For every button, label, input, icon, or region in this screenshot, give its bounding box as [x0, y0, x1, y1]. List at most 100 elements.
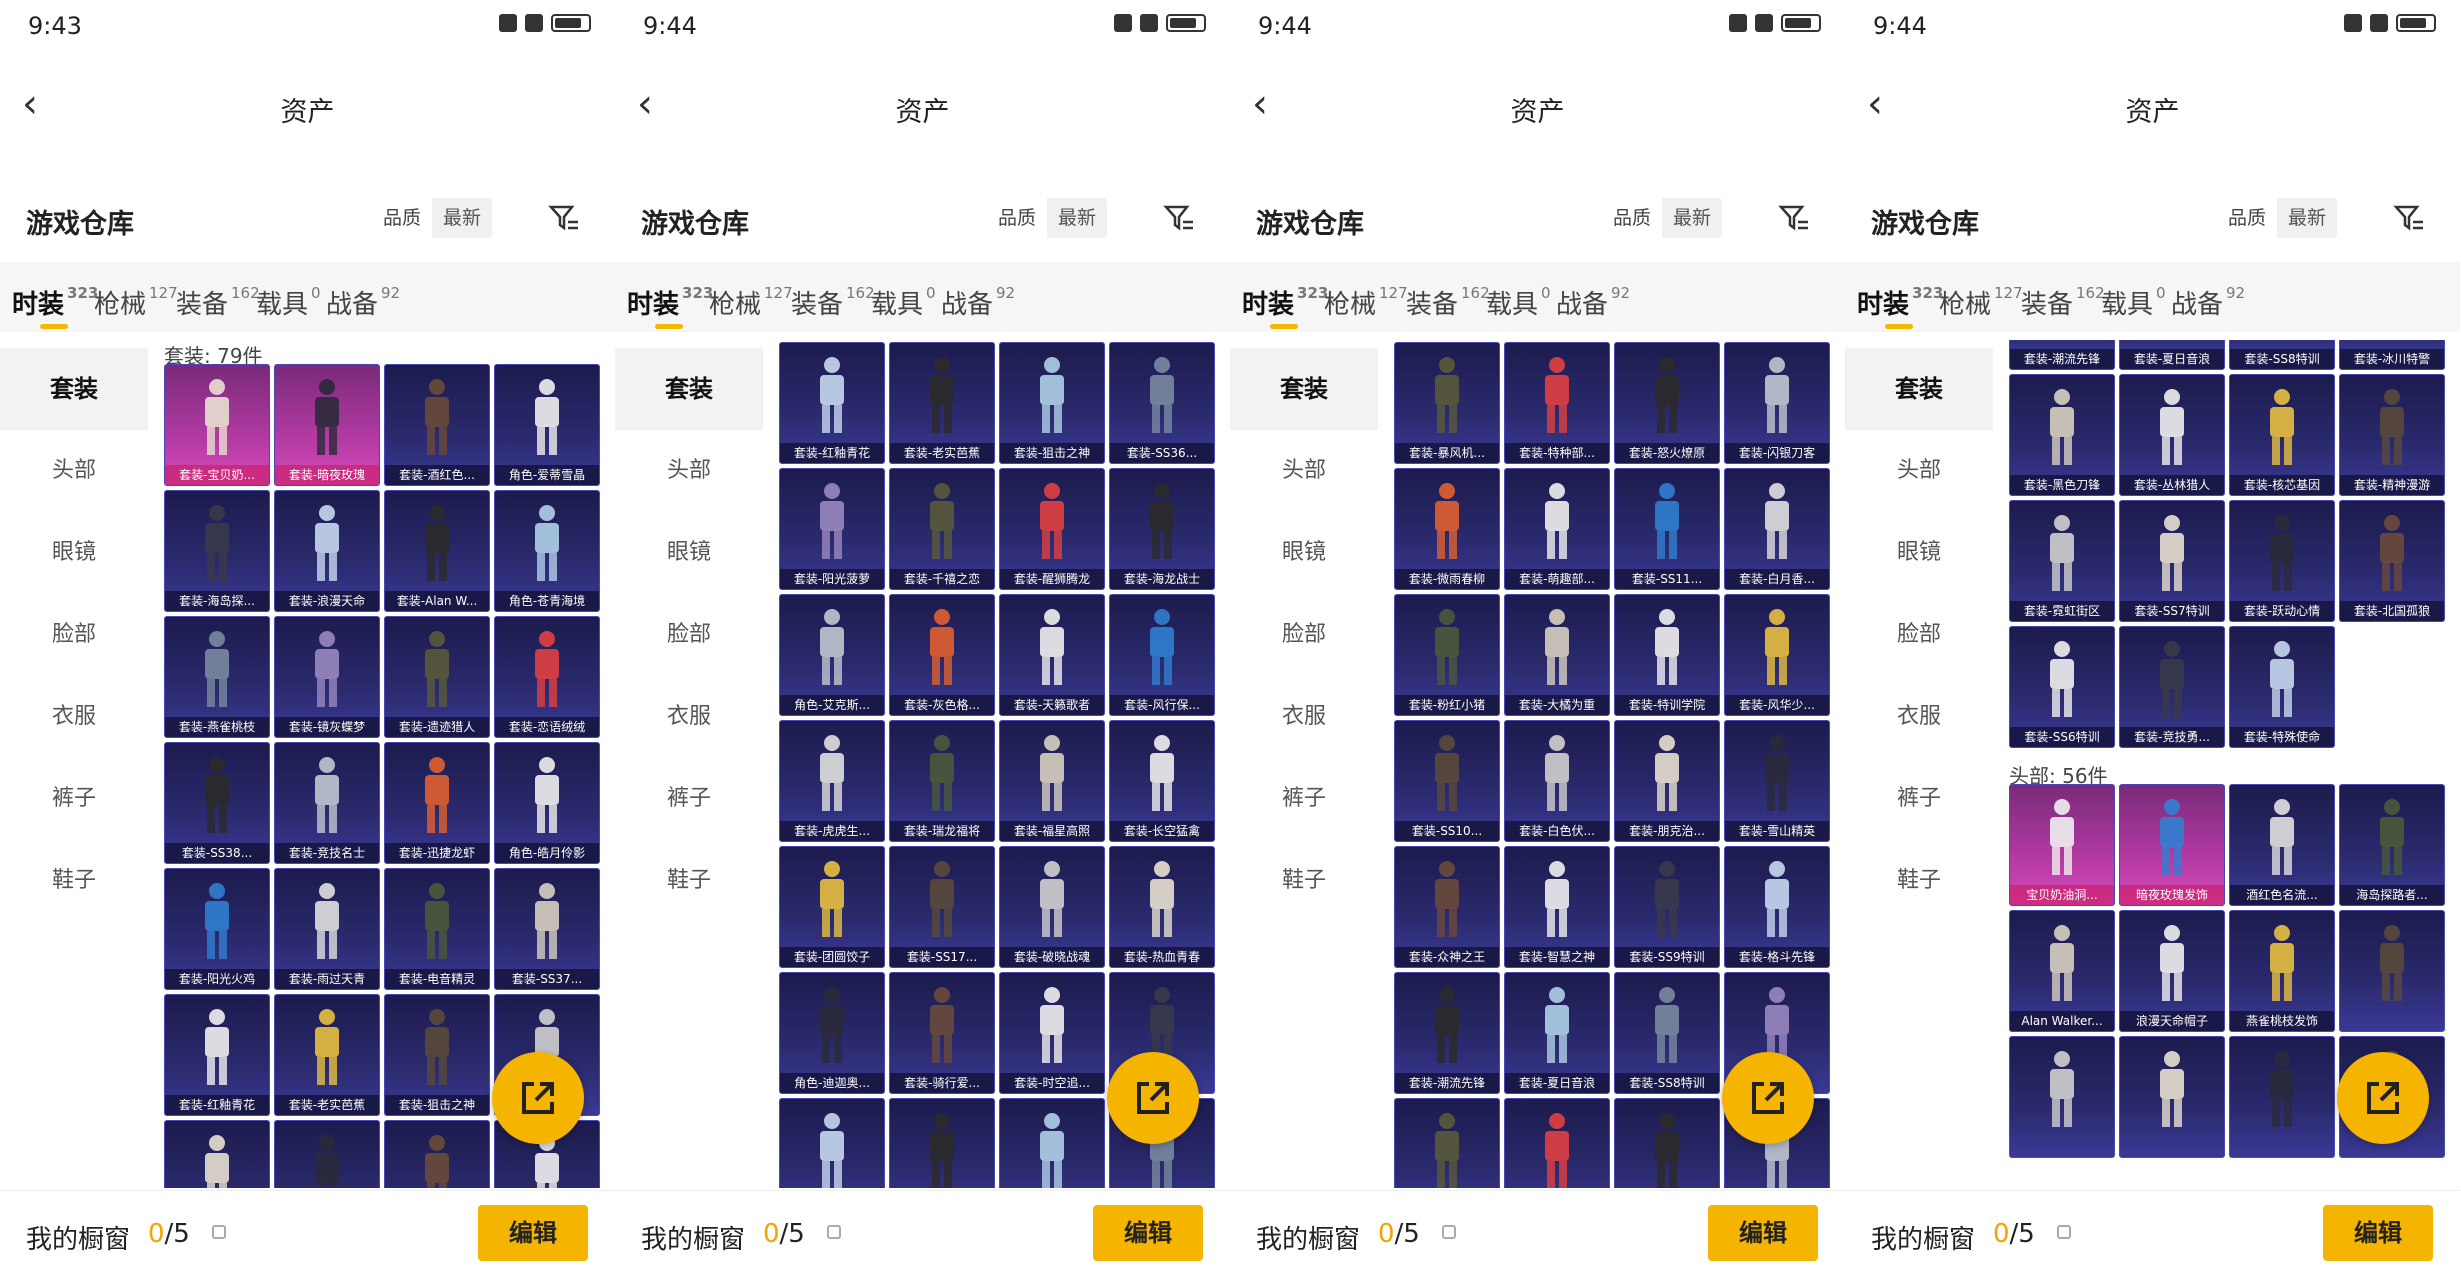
item-card[interactable]: 套装-白色伏... — [1504, 720, 1610, 842]
item-card[interactable]: 套装-竞技勇... — [2119, 626, 2225, 748]
sort-quality[interactable]: 品质 — [2217, 198, 2277, 238]
sidebar-item-6[interactable]: 鞋子 — [0, 840, 148, 922]
sidebar-item-1[interactable]: 头部 — [1230, 430, 1378, 512]
sidebar-item-5[interactable]: 裤子 — [615, 758, 763, 840]
item-card[interactable]: 套装-雪山精英 — [1724, 720, 1830, 842]
sidebar-item-0[interactable]: 套装 — [615, 348, 763, 430]
item-card[interactable]: 角色-艾克斯... — [779, 594, 885, 716]
item-card[interactable]: 套装-Alan W... — [384, 490, 490, 612]
item-card[interactable]: 套装-SS8特训 — [2229, 340, 2335, 370]
sidebar-item-4[interactable]: 衣服 — [1845, 676, 1993, 758]
item-card[interactable]: 套装-狙击之神 — [384, 994, 490, 1116]
sort-toggle[interactable]: 品质 最新 — [987, 198, 1107, 238]
sidebar-item-5[interactable]: 裤子 — [1230, 758, 1378, 840]
sidebar-item-3[interactable]: 脸部 — [615, 594, 763, 676]
share-button[interactable] — [1722, 1052, 1814, 1144]
tab-4[interactable]: 战备 92 — [1556, 284, 1630, 321]
item-card[interactable] — [1394, 1098, 1500, 1188]
sort-latest[interactable]: 最新 — [432, 198, 492, 238]
tab-4[interactable]: 战备 92 — [326, 284, 400, 321]
item-card[interactable]: 角色-苍青海境 — [494, 490, 600, 612]
sidebar-item-3[interactable]: 脸部 — [0, 594, 148, 676]
item-card[interactable]: 套装-虎虎生... — [779, 720, 885, 842]
tab-2[interactable]: 装备 162 — [2021, 284, 2105, 321]
item-card[interactable]: 套装-福星高照 — [999, 720, 1105, 842]
edit-button[interactable]: 编辑 — [1093, 1205, 1203, 1261]
item-card[interactable]: 套装-雨过天青 — [274, 868, 380, 990]
filter-icon[interactable] — [2393, 202, 2425, 234]
tab-2[interactable]: 装备 162 — [791, 284, 875, 321]
item-card[interactable]: 套装-醒狮腾龙 — [999, 468, 1105, 590]
item-card[interactable]: 套装-热血青春 — [1109, 846, 1215, 968]
item-card[interactable] — [2339, 910, 2445, 1032]
item-card[interactable]: 套装-特殊使命 — [2229, 626, 2335, 748]
item-card[interactable]: 套装-镜灰蝶梦 — [274, 616, 380, 738]
item-card[interactable]: 套装-遗迹猎人 — [384, 616, 490, 738]
item-card[interactable]: 套装-SS38... — [164, 742, 270, 864]
tab-4[interactable]: 战备 92 — [2171, 284, 2245, 321]
item-card[interactable]: 套装-智慧之神 — [1504, 846, 1610, 968]
tab-0[interactable]: 时装 323 — [1857, 284, 1943, 329]
item-card[interactable]: 套装-风行保... — [1109, 594, 1215, 716]
filter-icon[interactable] — [1778, 202, 1810, 234]
item-card[interactable]: 套装-暴风机... — [1394, 342, 1500, 464]
item-card[interactable]: 套装-夏日音浪 — [2119, 340, 2225, 370]
item-card[interactable]: 套装-格斗先锋 — [1724, 846, 1830, 968]
sidebar-item-4[interactable]: 衣服 — [615, 676, 763, 758]
item-card[interactable]: 套装-老实芭蕉 — [889, 342, 995, 464]
item-card[interactable]: 套装-粉红小猪 — [1394, 594, 1500, 716]
item-card[interactable]: 套装-SS8特训 — [1614, 972, 1720, 1094]
edit-button[interactable]: 编辑 — [2323, 1205, 2433, 1261]
item-card[interactable]: 套装-微雨春柳 — [1394, 468, 1500, 590]
item-card[interactable]: 套装-团圆饺子 — [779, 846, 885, 968]
item-card[interactable]: 套装-朋克治... — [1614, 720, 1720, 842]
item-card[interactable]: 套装-跃动心情 — [2229, 500, 2335, 622]
item-card[interactable]: 浪漫天命帽子 — [2119, 910, 2225, 1032]
tab-3[interactable]: 载具 0 — [256, 284, 321, 321]
item-card[interactable]: 套装-SS9特训 — [1614, 846, 1720, 968]
tab-3[interactable]: 载具 0 — [1486, 284, 1551, 321]
item-card[interactable]: 套装-潮流先锋 — [1394, 972, 1500, 1094]
item-card[interactable] — [1504, 1098, 1610, 1188]
item-card[interactable]: 套装-千禧之恋 — [889, 468, 995, 590]
item-card[interactable]: 套装-海岛探... — [164, 490, 270, 612]
item-card[interactable] — [164, 1120, 270, 1188]
item-card[interactable]: 燕雀桃枝发饰 — [2229, 910, 2335, 1032]
item-card[interactable]: 套装-怒火燎原 — [1614, 342, 1720, 464]
sidebar-item-2[interactable]: 眼镜 — [615, 512, 763, 594]
item-card[interactable]: 套装-SS37... — [494, 868, 600, 990]
sidebar-item-2[interactable]: 眼镜 — [0, 512, 148, 594]
share-button[interactable] — [1107, 1052, 1199, 1144]
item-card[interactable]: 套装-潮流先锋 — [2009, 340, 2115, 370]
item-card[interactable]: 套装-迅捷龙虾 — [384, 742, 490, 864]
tab-0[interactable]: 时装 323 — [1242, 284, 1328, 329]
item-card[interactable] — [2009, 1036, 2115, 1158]
item-card[interactable]: 套装-瑞龙福将 — [889, 720, 995, 842]
item-card[interactable]: 套装-浪漫天命 — [274, 490, 380, 612]
sort-latest[interactable]: 最新 — [1047, 198, 1107, 238]
item-card[interactable]: 套装-阳光菠萝 — [779, 468, 885, 590]
item-card[interactable]: 酒红色名流... — [2229, 784, 2335, 906]
sort-toggle[interactable]: 品质 最新 — [372, 198, 492, 238]
item-card[interactable]: 海岛探路者... — [2339, 784, 2445, 906]
sidebar-item-1[interactable]: 头部 — [1845, 430, 1993, 512]
item-card[interactable]: 套装-破晓战魂 — [999, 846, 1105, 968]
tab-1[interactable]: 枪械 127 — [1324, 284, 1408, 321]
item-card[interactable]: 套装-恋语绒绒 — [494, 616, 600, 738]
sort-quality[interactable]: 品质 — [372, 198, 432, 238]
item-card[interactable]: 套装-SS11... — [1614, 468, 1720, 590]
item-card[interactable]: 套装-燕雀桃枝 — [164, 616, 270, 738]
item-card[interactable]: 套装-特训学院 — [1614, 594, 1720, 716]
item-card[interactable]: 套装-精神漫游 — [2339, 374, 2445, 496]
item-card[interactable]: 套装-冰川特警 — [2339, 340, 2445, 370]
item-card[interactable]: 套装-红釉青花 — [164, 994, 270, 1116]
sidebar-item-1[interactable]: 头部 — [0, 430, 148, 512]
item-card[interactable]: 套装-SS6特训 — [2009, 626, 2115, 748]
item-card[interactable]: 角色-皓月伶影 — [494, 742, 600, 864]
item-card[interactable]: 套装-黑色刀锋 — [2009, 374, 2115, 496]
share-button[interactable] — [492, 1052, 584, 1144]
item-card[interactable]: 套装-特种部... — [1504, 342, 1610, 464]
item-card[interactable] — [999, 1098, 1105, 1188]
item-card[interactable]: Alan Walker... — [2009, 910, 2115, 1032]
item-card[interactable]: 套装-暗夜玫瑰 — [274, 364, 380, 486]
